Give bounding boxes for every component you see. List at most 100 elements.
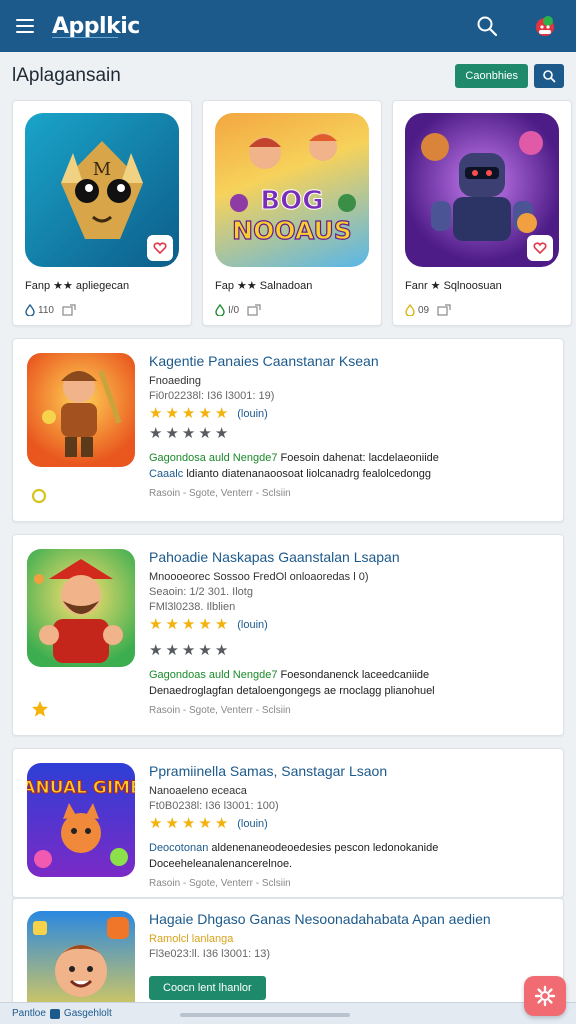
star-icon: ★ [214,642,229,659]
grid-card[interactable]: M Fanp ★★ apliegecan 110 [12,100,192,326]
star-icon: ★ [149,616,163,633]
game-date-secondary: FMl3l0238. Ilblien [149,601,236,613]
game-subtitle: Ramolcl lanlanga [149,933,551,945]
description-highlight: Gagondosa auld Nengde7 [149,452,278,464]
game-thumbnail [27,353,135,467]
category-button[interactable]: Caonbhies [455,64,528,88]
star-icon: ★ [149,815,163,832]
game-thumbnail [27,549,135,667]
section-title: lAplagansain [12,65,121,86]
grid-card[interactable]: BOG NOOAUS Fap ★★ Salnadoan I/0 [202,100,382,326]
rating-link[interactable]: (louin) [237,408,268,420]
game-description-2: Caaalc ldianto diatenanaoosoat liolcanad… [149,468,551,480]
game-thumbnail: BOG NOOAUS [215,113,369,267]
star-icon: ★ [214,815,229,832]
game-list-card[interactable]: NANUAL GIMES Ppramiinella Samas, Sanstag… [12,748,564,898]
favorite-icon[interactable] [527,235,553,261]
download-stat: I/0 [215,304,239,316]
game-thumbnail: M [25,113,179,267]
bottom-bar-right[interactable]: Gasgehlolt [64,1008,112,1019]
app-bar: Applkic [0,0,576,52]
description-text: Foesondanenck laceedcaniide [280,669,430,681]
share-icon[interactable] [437,304,451,316]
game-title[interactable]: Hagaie Dhgaso Ganas Nesoonadahabata Apan… [149,911,551,927]
description-highlight: Deocotonan [149,842,209,854]
download-count: 110 [38,304,54,316]
game-description: Deocotonan aldenenaneodeoedesies pescon … [149,842,551,854]
star-icon: ★ [181,642,196,659]
game-subtitle: Nanoaeleno eceaca [149,785,247,797]
game-thumbnail [405,113,559,267]
svg-text:M: M [93,159,111,180]
game-description: Gagondosa auld Nengde7 Foesoin dahenat: … [149,452,551,464]
badge-circle-icon [31,488,47,509]
game-date: Fl3e023:ll. I36 l3001: 13) [149,948,271,960]
star-icon: ★ [165,815,179,832]
share-icon[interactable] [247,304,261,316]
game-list-card[interactable]: Kagentie Panaies Caanstanar Ksean Fnoaed… [12,338,564,522]
favorite-icon[interactable] [147,235,173,261]
rating-stars: ★ ★ ★ ★ ★ (louin) [149,406,551,422]
star-icon: ★ [214,405,229,422]
description-text: Foesoin dahenat: lacdelaeoniide [280,452,439,464]
game-title[interactable]: Ppramiinella Samas, Sanstagar Lsaon [149,763,551,779]
game-footer: Rasoin - Sgote, Venterr - Sclsiin [149,705,291,716]
game-title[interactable]: Pahoadie Naskapas Gaanstalan Lsapan [149,549,551,565]
game-footer: Rasoin - Sgote, Venterr - Sclsiin [149,878,291,889]
rating-link[interactable]: (louin) [237,619,268,631]
filter-search-button[interactable] [534,64,564,88]
game-thumbnail: NANUAL GIMES [27,763,135,877]
grid-card-label: Fanp ★★ apliegecan [25,280,130,292]
grid-card-label: Fap ★★ Salnadoan [215,280,313,292]
section-header: lAplagansain Caonbhies [0,56,576,96]
download-count: I/0 [228,304,240,316]
star-icon: ★ [165,642,179,659]
description-text: aldenenaneodeoedesies pescon ledonokanid… [211,842,439,854]
star-icon: ★ [214,616,229,633]
bottom-bar-left[interactable]: Pantloe [12,1008,46,1019]
star-icon: ★ [198,815,212,832]
download-count: 09 [418,304,430,316]
rating-stars: ★ ★ ★ ★ ★ (louin) [149,816,551,832]
app-logo[interactable]: Applkic [52,14,140,39]
star-icon: ★ [214,425,229,442]
search-icon [543,70,556,83]
game-title[interactable]: Kagentie Panaies Caanstanar Ksean [149,353,551,369]
bookmark-icon [49,1008,60,1019]
svg-text:BOG: BOG [260,186,323,216]
game-subtitle-text: Ramolcl lanlanga [149,933,234,945]
grid-card[interactable]: Fanr ★ Sqlnoosuan 09 [392,100,572,326]
star-icon: ★ [198,616,212,633]
rating-link[interactable]: (louin) [237,818,268,830]
logo-text: Applkic [52,14,140,39]
star-icon: ★ [165,425,179,442]
rating-stars-secondary: ★ ★ ★ ★ ★ [149,643,551,659]
rating-stars-secondary: ★ ★ ★ ★ ★ [149,426,551,442]
game-description: Gagondoas auld Nengde7 Foesondanenck lac… [149,669,551,681]
rating-stars: ★ ★ ★ ★ ★ (louin) [149,617,551,633]
open-button[interactable]: Coocn lent lhanlor [149,976,266,1000]
game-date: Ft0B0238l: I36 l3001: 100) [149,800,279,812]
avatar-icon[interactable] [530,11,560,41]
gear-icon [534,985,556,1007]
description-text: ldianto diatenanaoosoat liolcanadrg feal… [186,468,431,480]
logo-underline [52,37,118,38]
star-icon: ★ [181,425,196,442]
description-highlight: Caaalc [149,468,184,480]
game-list-card[interactable]: Pahoadie Naskapas Gaanstalan Lsapan Mnoo… [12,534,564,736]
thumbnail-logo-text: NANUAL GIMES [27,778,135,798]
star-badge-icon [31,700,49,723]
star-icon: ★ [198,642,212,659]
game-subtitle: Fnoaeding [149,375,201,387]
scrollbar[interactable] [180,1013,350,1017]
menu-icon[interactable] [16,13,42,39]
download-stat: 110 [25,304,54,316]
drop-icon [405,304,415,316]
game-description-2: Doceeheleanalenancerelnoe. [149,858,293,870]
featured-grid: M Fanp ★★ apliegecan 110 BOG NOOAUS Fap … [12,100,572,326]
share-icon[interactable] [62,304,76,316]
star-icon: ★ [149,425,163,442]
settings-fab[interactable] [524,976,566,1016]
search-icon[interactable] [472,11,502,41]
description-highlight: Gagondoas auld Nengde7 [149,669,278,681]
